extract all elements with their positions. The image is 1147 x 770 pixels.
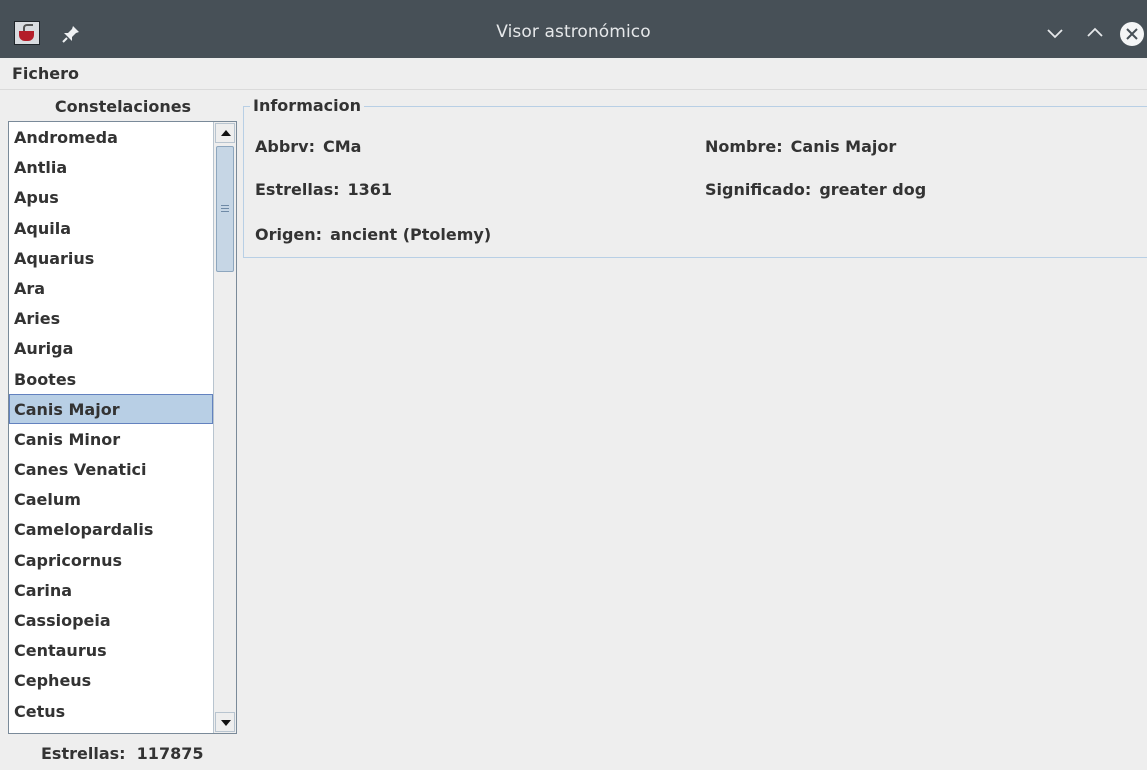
abbrv-value: CMa — [323, 137, 362, 156]
scroll-thumb[interactable] — [216, 146, 234, 272]
constellation-list[interactable]: Andromeda Antlia Apus Aquila Aquarius Ar… — [8, 121, 237, 734]
list-item[interactable]: Canis Minor — [9, 424, 213, 454]
list-item[interactable]: Aquila — [9, 213, 213, 243]
list-item[interactable]: Carina — [9, 575, 213, 605]
list-item[interactable]: Capricornus — [9, 545, 213, 575]
list-item[interactable]: Canis Major — [9, 393, 213, 424]
arrow-down-icon — [221, 720, 231, 726]
list-item[interactable]: Cetus — [9, 696, 213, 726]
list-item[interactable]: Canes Venatici — [9, 454, 213, 484]
significado-value: greater dog — [819, 180, 927, 199]
grip-icon — [221, 205, 229, 206]
total-stars-value: 117875 — [136, 744, 204, 763]
list-item[interactable]: Antlia — [9, 152, 213, 182]
list-item[interactable]: Auriga — [9, 333, 213, 363]
info-legend: Informacion — [250, 96, 365, 115]
list-item[interactable]: Aries — [9, 303, 213, 333]
list-item[interactable]: Centaurus — [9, 635, 213, 665]
list-item[interactable]: Caelum — [9, 484, 213, 514]
list-scrollbar[interactable] — [213, 122, 236, 733]
title-bar: Visor astronómico — [0, 0, 1147, 58]
scroll-down-button[interactable] — [215, 712, 235, 732]
nombre-value: Canis Major — [790, 137, 897, 156]
list-item[interactable]: Andromeda — [9, 122, 213, 152]
list-item[interactable]: Apus — [9, 182, 213, 212]
abbrv-label: Abbrv: — [255, 137, 316, 156]
arrow-up-icon — [221, 130, 231, 136]
nombre-field: Nombre: Canis Major — [705, 137, 896, 156]
scroll-up-button[interactable] — [215, 123, 235, 143]
origen-field: Origen: ancient (Ptolemy) — [255, 225, 491, 244]
list-item[interactable]: Aquarius — [9, 243, 213, 273]
list-item[interactable]: Cassiopeia — [9, 605, 213, 635]
menu-bar: Fichero — [0, 58, 1147, 90]
list-item[interactable]: Camelopardalis — [9, 514, 213, 544]
estrellas-label: Estrellas: — [255, 180, 340, 199]
constellation-list-items: Andromeda Antlia Apus Aquila Aquarius Ar… — [9, 122, 213, 726]
abbrv-field: Abbrv: CMa — [255, 137, 361, 156]
estrellas-field: Estrellas: 1361 — [255, 180, 392, 199]
list-item[interactable]: Bootes — [9, 364, 213, 394]
estrellas-value: 1361 — [347, 180, 393, 199]
menu-fichero[interactable]: Fichero — [12, 64, 79, 83]
origen-label: Origen: — [255, 225, 323, 244]
constellations-title: Constelaciones — [54, 97, 192, 116]
list-item[interactable]: Cepheus — [9, 665, 213, 695]
significado-label: Significado: — [705, 180, 812, 199]
origen-value: ancient (Ptolemy) — [330, 225, 492, 244]
list-item[interactable]: Ara — [9, 273, 213, 303]
total-stars-status: Estrellas: 117875 — [41, 744, 203, 763]
significado-field: Significado: greater dog — [705, 180, 926, 199]
close-icon[interactable] — [1118, 20, 1146, 48]
window-title: Visor astronómico — [496, 22, 651, 42]
nombre-label: Nombre: — [705, 137, 783, 156]
minimize-icon[interactable] — [1042, 20, 1068, 46]
total-stars-label: Estrellas: — [41, 744, 126, 763]
maximize-icon[interactable] — [1082, 20, 1108, 46]
